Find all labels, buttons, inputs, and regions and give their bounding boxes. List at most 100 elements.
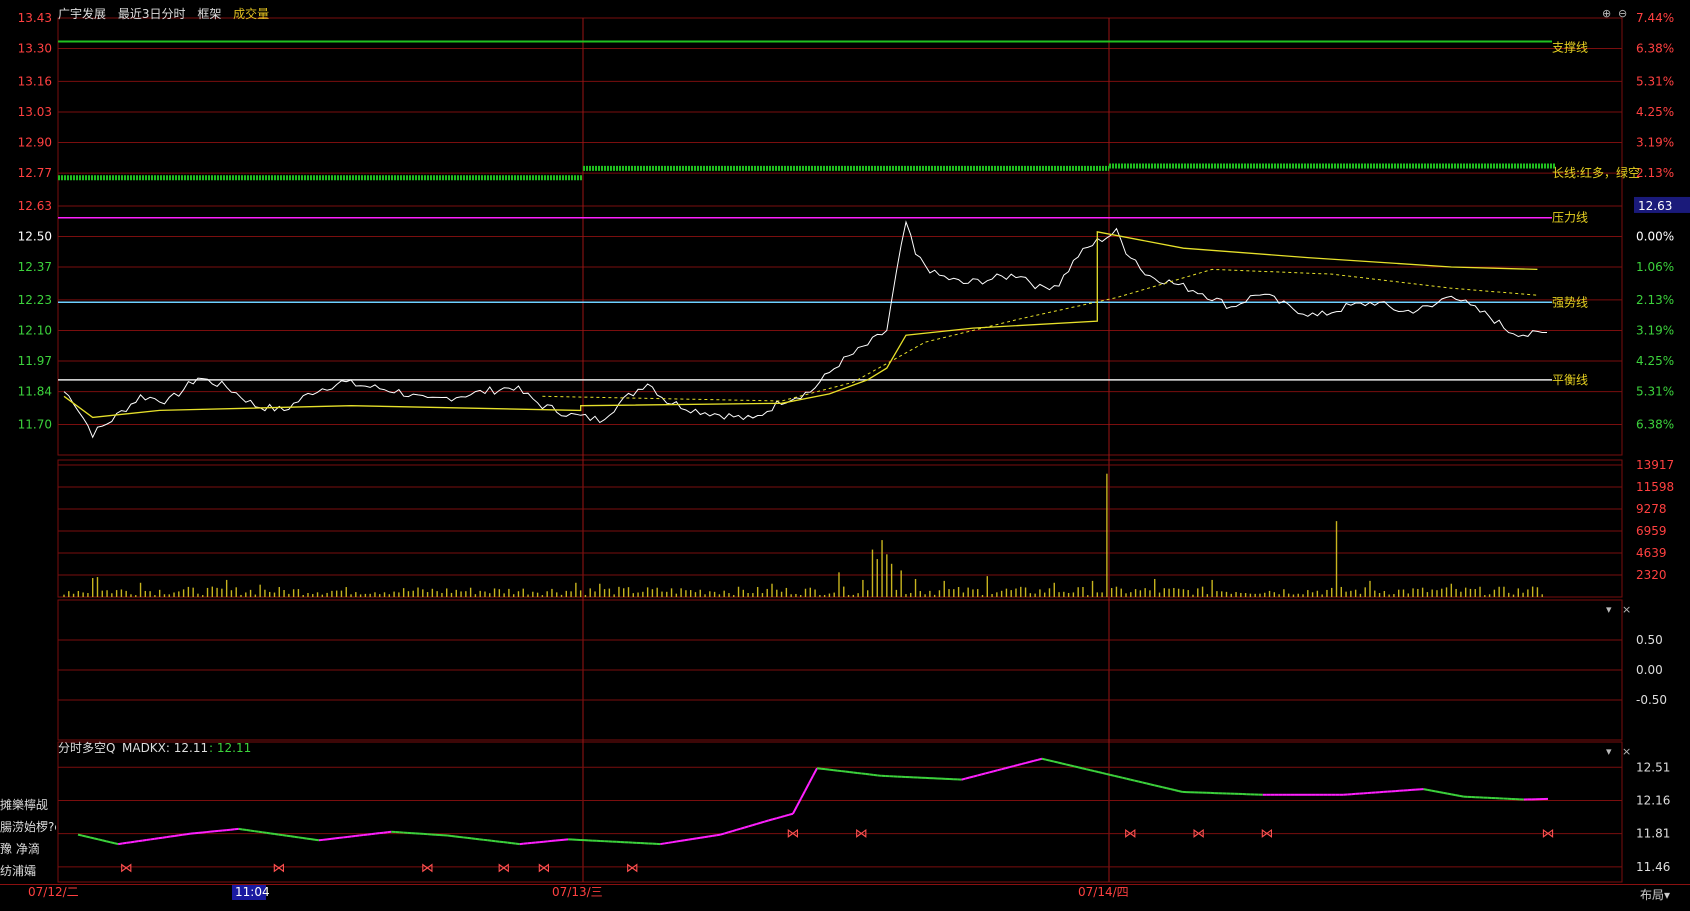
madkx-close-icon[interactable]: × <box>1622 745 1631 758</box>
butterfly-mark: ⋈ <box>421 861 434 876</box>
madkx-segment <box>697 838 701 839</box>
hline-label: 长线:红多，绿空 <box>1552 165 1640 180</box>
price-tick-right: 4.25% <box>1636 105 1674 119</box>
madkx-segment <box>106 841 110 842</box>
madkx-segment <box>1178 791 1182 792</box>
butterfly-mark: ⋈ <box>537 861 550 876</box>
madkx-segment <box>1428 790 1432 791</box>
madkx-menu-icon[interactable]: ▾ <box>1606 745 1612 758</box>
madkx-segment <box>688 839 692 840</box>
layout-button[interactable]: 布局▾ <box>1640 886 1670 903</box>
madkx-tick: 12.51 <box>1636 760 1670 774</box>
madkx-segment <box>102 840 106 841</box>
madkx-segment <box>1106 774 1110 775</box>
madkx-segment <box>680 840 684 841</box>
madkx-segment <box>1046 760 1050 761</box>
madkx-segment <box>287 836 291 837</box>
butterfly-mark: ⋈ <box>497 861 510 876</box>
zoom-in-icon[interactable]: ⊕ <box>1602 7 1611 20</box>
madkx-segment <box>721 833 725 834</box>
indicator-label[interactable]: 成交量 <box>233 7 269 21</box>
madkx-segment <box>275 834 279 835</box>
layout-button-label: 布局 <box>1640 888 1664 902</box>
madkx-segment <box>239 829 243 830</box>
volume-menu-icon[interactable]: ▾ <box>1606 603 1612 616</box>
madkx-segment <box>182 834 186 835</box>
price-tick-left: 12.50 <box>18 230 52 244</box>
volume-tick: 13917 <box>1636 458 1674 472</box>
madkx-segment <box>243 829 247 830</box>
madkx-segment <box>1423 789 1427 790</box>
volume-close-icon[interactable]: × <box>1622 603 1631 616</box>
side-row-2[interactable]: 腸涝始椤?c <box>0 818 56 840</box>
side-row-4[interactable]: 纺浦孀 <box>0 862 56 884</box>
volume-tick: 11598 <box>1636 480 1674 494</box>
madkx-segment <box>126 842 130 843</box>
madkx-segment <box>1042 759 1046 760</box>
madkx-segment <box>1058 763 1062 764</box>
madkx-segment <box>978 774 982 775</box>
madkx-segment <box>1054 762 1058 763</box>
side-row-1[interactable]: 摊樂檸觇 <box>0 796 56 818</box>
price-tick-right: 6.38% <box>1636 42 1674 56</box>
madkx-segment <box>672 842 676 843</box>
madkx-segment <box>660 843 664 844</box>
side-row-3[interactable]: 豫 净滴 <box>0 840 56 862</box>
madkx-segment <box>263 832 267 833</box>
madkx-tick: 11.81 <box>1636 827 1670 841</box>
madkx-segment <box>303 838 307 839</box>
madkx-segment <box>1098 772 1102 773</box>
butterfly-mark: ⋈ <box>855 827 868 842</box>
madkx-segment <box>1138 781 1142 782</box>
madkx-segment <box>94 838 98 839</box>
avg-dashed-line <box>542 269 1537 401</box>
period-label[interactable]: 最近3日分时 <box>118 7 186 21</box>
madkx-segment <box>729 831 733 832</box>
madkx-segment <box>146 839 150 840</box>
madkx-segment <box>1174 790 1178 791</box>
madkx-segment <box>170 836 174 837</box>
madkx-segment <box>1452 794 1456 795</box>
madkx-segment <box>311 839 315 840</box>
madkx-segment <box>162 837 166 838</box>
butterfly-mark: ⋈ <box>120 861 133 876</box>
madkx-segment <box>749 825 753 826</box>
madkx-segment <box>186 834 190 835</box>
price-tick-right: 2.13% <box>1636 166 1674 180</box>
madkx-segment <box>982 773 986 774</box>
price-tick-left: 11.70 <box>18 417 52 431</box>
madkx-panel-frame <box>58 742 1622 882</box>
madkx-segment <box>295 837 299 838</box>
price-line <box>64 222 1547 437</box>
zoom-out-icon[interactable]: ⊖ <box>1618 7 1627 20</box>
madkx-segment <box>299 837 303 838</box>
madkx-segment <box>676 841 680 842</box>
volume-tick: 6959 <box>1636 524 1667 538</box>
madkx-segment <box>1074 766 1078 767</box>
madkx-segment <box>178 835 182 836</box>
madkx-segment <box>684 840 688 841</box>
madkx-segment <box>1018 764 1022 765</box>
madkx-segment <box>717 835 721 836</box>
madkx-segment <box>725 832 729 833</box>
side-panel: 摊樂檸觇 腸涝始椤?c 豫 净滴 纺浦孀 <box>0 796 56 884</box>
madkx-segment <box>805 783 809 791</box>
butterfly-mark: ⋈ <box>1124 827 1137 842</box>
madkx-segment <box>761 822 765 823</box>
madkx-segment <box>990 771 994 772</box>
madkx-segment <box>90 837 94 838</box>
madkx-segment <box>86 836 90 837</box>
price-tick-left: 11.84 <box>18 385 52 399</box>
madkx-segment <box>733 830 737 831</box>
madkx-segment <box>271 833 275 834</box>
price-tick-right: 3.19% <box>1636 323 1674 337</box>
chart-header: 广宇发展 最近3日分时 框架 成交量 <box>58 5 277 22</box>
frame-label[interactable]: 框架 <box>197 7 221 21</box>
madkx-segment <box>1142 782 1146 783</box>
madkx-segment <box>1038 759 1042 760</box>
intraday-chart: 13.437.44%13.306.38%13.165.31%13.034.25%… <box>0 0 1690 907</box>
price-tick-right: 6.38% <box>1636 417 1674 431</box>
madkx-segment <box>315 840 319 841</box>
madkx-value: : 12.11 <box>209 741 251 755</box>
madkx-segment <box>1094 771 1098 772</box>
